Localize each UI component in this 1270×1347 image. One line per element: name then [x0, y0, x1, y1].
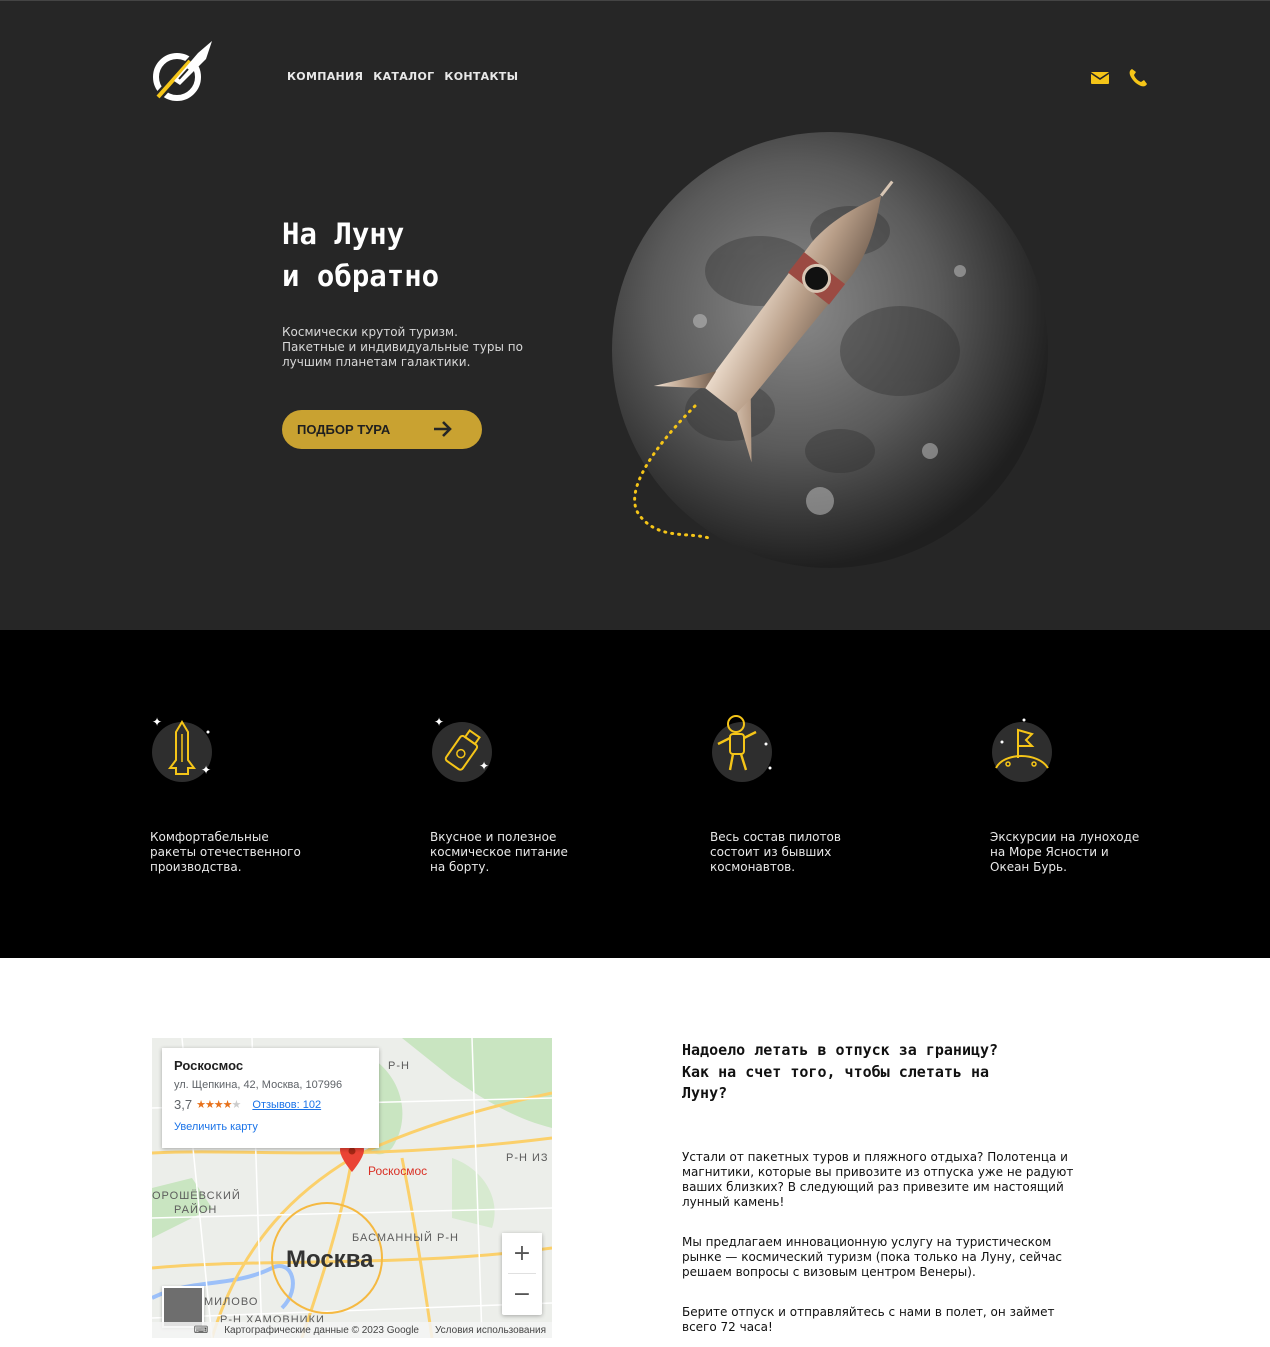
- feature-text-line: ракеты отечественного: [150, 845, 301, 859]
- about-section: Роскосмос Москва ОРОШЁВСКИЙ РАЙОН БАСМАН…: [0, 958, 1270, 1347]
- zoom-out-button[interactable]: −: [502, 1274, 542, 1314]
- nav-company[interactable]: КОМПАНИЯ: [287, 70, 363, 83]
- phone-icon[interactable]: [1127, 67, 1149, 89]
- svg-text:✦: ✦: [479, 759, 489, 773]
- zoom-in-button[interactable]: +: [502, 1233, 542, 1273]
- rocket-icon: ✦ ✦: [152, 715, 212, 782]
- about-paragraph: Берите отпуск и отправляйтесь с нами в п…: [682, 1305, 1082, 1335]
- about-paragraph-line: ваших близких? В следующий раз привезите…: [682, 1180, 1064, 1194]
- feature-text: Весь состав пилотов состоит из бывших ко…: [710, 830, 870, 875]
- enlarge-map-link[interactable]: Увеличить карту: [174, 1121, 367, 1133]
- logo-icon[interactable]: [150, 39, 214, 103]
- about-title-line: Как на счет того, чтобы слетать на: [682, 1062, 990, 1081]
- map-district-label: Р-Н ИЗ: [506, 1152, 549, 1164]
- features-section: ✦ ✦ Комфортабельные ракеты отечественног…: [0, 630, 1270, 958]
- feature-text-line: состоит из бывших: [710, 845, 832, 859]
- feature-text-line: Экскурсии на луноходе: [990, 830, 1140, 844]
- about-paragraph-line: всего 72 часа!: [682, 1320, 773, 1334]
- hero-subtitle-line: Космически крутой туризм.: [282, 325, 458, 339]
- hero-title-line: и обратно: [282, 259, 440, 293]
- map-zoom-control: + −: [502, 1233, 542, 1315]
- map-district-label: БАСМАННЫЙ Р-Н: [352, 1232, 459, 1244]
- map-terms-link[interactable]: Условия использования: [435, 1325, 546, 1336]
- tour-selection-label: ПОДБОР ТУРА: [297, 422, 391, 437]
- feature-card: ✦ ✦ Комфортабельные ракеты отечественног…: [150, 712, 330, 875]
- hero-subtitle: Космически крутой туризм. Пакетные и инд…: [282, 325, 542, 370]
- feature-text-line: Весь состав пилотов: [710, 830, 841, 844]
- about-paragraph-line: магнитики, которые вы привозите из отпус…: [682, 1165, 1074, 1179]
- hero-title-line: На Луну: [282, 217, 405, 251]
- map-attribution: ⌨ Картографические данные © 2023 Google …: [152, 1322, 552, 1338]
- hero-subtitle-line: лучшим планетам галактики.: [282, 355, 471, 369]
- about-title-line: Луну?: [682, 1084, 728, 1102]
- svg-text:✦: ✦: [152, 715, 162, 729]
- map-place-card: Роскосмос ул. Щепкина, 42, Москва, 10799…: [162, 1048, 379, 1148]
- astronaut-icon: [712, 715, 772, 782]
- map-data-credit: Картографические данные © 2023 Google: [224, 1324, 419, 1336]
- keyboard-icon[interactable]: ⌨: [194, 1325, 208, 1336]
- space-food-icon: ✦ ✦: [432, 715, 492, 782]
- moon-rocket-illustration: [612, 132, 1048, 568]
- feature-text-line: космонавтов.: [710, 860, 796, 874]
- feature-text-line: космическое питание: [430, 845, 568, 859]
- mail-icon[interactable]: [1089, 67, 1111, 89]
- feature-text: Экскурсии на луноходе на Море Ясности и …: [990, 830, 1150, 875]
- about-title-line: Надоело летать в отпуск за границу?: [682, 1041, 999, 1059]
- about-title: Надоело летать в отпуск за границу? Как …: [682, 1040, 1082, 1105]
- about-paragraph-line: рынке — космический туризм (пока только …: [682, 1250, 1063, 1264]
- map-district-label: РАЙОН: [174, 1204, 218, 1216]
- svg-text:✦: ✦: [434, 715, 444, 729]
- about-paragraph-line: Берите отпуск и отправляйтесь с нами в п…: [682, 1305, 1055, 1319]
- place-rating: 3,7: [174, 1097, 193, 1112]
- arrow-right-icon: [434, 421, 452, 437]
- about-paragraph-line: Мы предлагаем инновационную услугу на ту…: [682, 1235, 1052, 1249]
- feature-text-line: на Море Ясности и: [990, 845, 1109, 859]
- map-marker-label[interactable]: Роскосмос: [368, 1164, 427, 1178]
- place-address: ул. Щепкина, 42, Москва, 107996: [174, 1079, 343, 1091]
- map-district-label: Р-Н: [388, 1060, 410, 1072]
- hero-section: КОМПАНИЯ КАТАЛОГ КОНТАКТЫ На Луну и обра…: [0, 0, 1270, 630]
- hero-title: На Луну и обратно: [282, 213, 439, 297]
- map-embed[interactable]: Роскосмос Москва ОРОШЁВСКИЙ РАЙОН БАСМАН…: [152, 1038, 552, 1338]
- about-paragraph: Мы предлагаем инновационную услугу на ту…: [682, 1235, 1082, 1280]
- feature-text-line: Комфортабельные: [150, 830, 269, 844]
- nav-contacts[interactable]: КОНТАКТЫ: [444, 70, 518, 83]
- about-paragraph-line: Устали от пакетных туров и пляжного отды…: [682, 1150, 1068, 1164]
- reviews-link[interactable]: Отзывов: 102: [252, 1099, 321, 1111]
- feature-card: Весь состав пилотов состоит из бывших ко…: [710, 712, 890, 875]
- svg-text:✦: ✦: [201, 763, 211, 777]
- map-city-label: Москва: [286, 1246, 374, 1273]
- place-name: Роскосмос: [174, 1058, 244, 1073]
- rating-stars-icon: ★★★★★: [196, 1099, 241, 1111]
- about-paragraph-line: решаем вопросы с визовым центром Венеры)…: [682, 1265, 976, 1279]
- feature-text-line: Океан Бурь.: [990, 860, 1067, 874]
- about-paragraph-line: лунный камень!: [682, 1195, 785, 1209]
- main-nav: КОМПАНИЯ КАТАЛОГ КОНТАКТЫ: [287, 70, 518, 83]
- feature-text-line: производства.: [150, 860, 242, 874]
- feature-text-line: Вкусное и полезное: [430, 830, 557, 844]
- nav-catalog[interactable]: КАТАЛОГ: [373, 70, 434, 83]
- feature-card: Экскурсии на луноходе на Море Ясности и …: [990, 712, 1170, 875]
- feature-text: Комфортабельные ракеты отечественного пр…: [150, 830, 310, 875]
- hero-subtitle-line: Пакетные и индивидуальные туры по: [282, 340, 523, 354]
- place-rating-row: 3,7 ★★★★★ Отзывов: 102: [174, 1097, 367, 1112]
- tour-selection-button[interactable]: ПОДБОР ТУРА: [282, 410, 482, 449]
- feature-text-line: на борту.: [430, 860, 490, 874]
- feature-card: ✦ ✦ Вкусное и полезное космическое питан…: [430, 712, 610, 875]
- map-district-label: МИЛОВО: [204, 1296, 259, 1308]
- map-district-label: ОРОШЁВСКИЙ: [152, 1190, 241, 1202]
- about-paragraph: Устали от пакетных туров и пляжного отды…: [682, 1150, 1082, 1210]
- moon-flag-icon: [992, 718, 1052, 782]
- feature-text: Вкусное и полезное космическое питание н…: [430, 830, 590, 875]
